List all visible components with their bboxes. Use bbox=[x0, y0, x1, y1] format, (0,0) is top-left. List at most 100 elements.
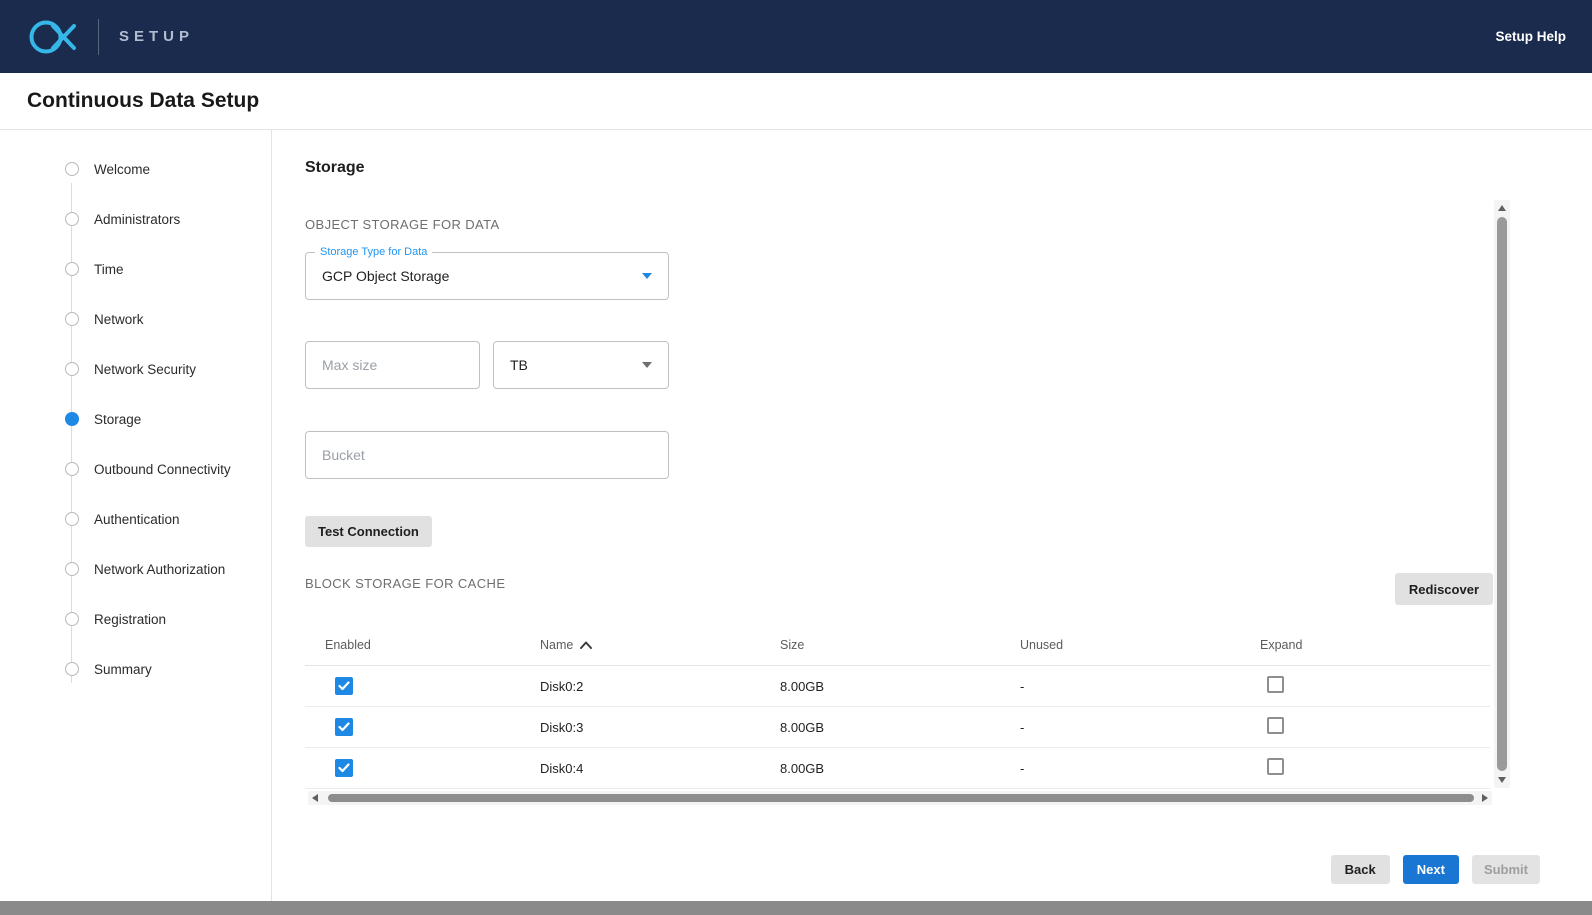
topbar: SETUP Setup Help bbox=[0, 0, 1592, 73]
disk-size: 8.00GB bbox=[780, 679, 1020, 694]
step-dot-icon bbox=[65, 512, 79, 526]
step-label: Summary bbox=[94, 662, 152, 677]
step-dot-icon bbox=[65, 212, 79, 226]
bucket-field bbox=[305, 431, 669, 479]
column-expand: Expand bbox=[1260, 638, 1490, 652]
step-label: Authentication bbox=[94, 512, 180, 527]
storage-type-value: GCP Object Storage bbox=[322, 268, 449, 284]
block-storage-section-title: BLOCK STORAGE FOR CACHE bbox=[305, 576, 505, 591]
step-label: Registration bbox=[94, 612, 166, 627]
step-label: Welcome bbox=[94, 162, 150, 177]
table-row: Disk0:2 8.00GB - bbox=[305, 666, 1490, 707]
disk-table-body: Disk0:2 8.00GB - Disk0:3 8.00GB - Disk bbox=[305, 666, 1490, 789]
delphix-logo-icon bbox=[26, 17, 80, 57]
step-authentication[interactable]: Authentication bbox=[0, 494, 271, 544]
back-button[interactable]: Back bbox=[1331, 855, 1390, 884]
step-dot-icon bbox=[65, 362, 79, 376]
step-summary[interactable]: Summary bbox=[0, 644, 271, 694]
scroll-up-arrow-icon[interactable] bbox=[1494, 200, 1510, 216]
disk-unused: - bbox=[1020, 679, 1260, 694]
scroll-down-arrow-icon[interactable] bbox=[1494, 772, 1510, 788]
step-dot-icon bbox=[65, 562, 79, 576]
bucket-input[interactable] bbox=[306, 432, 668, 478]
storage-type-select[interactable]: Storage Type for Data GCP Object Storage bbox=[305, 252, 669, 300]
step-welcome[interactable]: Welcome bbox=[0, 144, 271, 194]
step-time[interactable]: Time bbox=[0, 244, 271, 294]
rediscover-button[interactable]: Rediscover bbox=[1395, 573, 1493, 605]
step-registration[interactable]: Registration bbox=[0, 594, 271, 644]
disk-name: Disk0:2 bbox=[540, 679, 780, 694]
column-enabled: Enabled bbox=[305, 638, 540, 652]
step-label: Outbound Connectivity bbox=[94, 462, 231, 477]
disk-size: 8.00GB bbox=[780, 720, 1020, 735]
table-row: Disk0:3 8.00GB - bbox=[305, 707, 1490, 748]
vertical-scrollbar-thumb[interactable] bbox=[1497, 217, 1507, 771]
step-storage[interactable]: Storage bbox=[0, 394, 271, 444]
vertical-scrollbar[interactable] bbox=[1494, 200, 1510, 788]
enabled-checkbox[interactable] bbox=[335, 677, 353, 695]
stepper: Welcome Administrators Time Network Netw… bbox=[0, 144, 271, 694]
step-dot-icon bbox=[65, 612, 79, 626]
column-unused: Unused bbox=[1020, 638, 1260, 652]
disk-unused: - bbox=[1020, 720, 1260, 735]
scroll-right-arrow-icon[interactable] bbox=[1478, 791, 1492, 805]
disk-name: Disk0:3 bbox=[540, 720, 780, 735]
expand-checkbox[interactable] bbox=[1267, 676, 1284, 693]
main-content: Storage OBJECT STORAGE FOR DATA Storage … bbox=[273, 130, 1592, 901]
enabled-checkbox[interactable] bbox=[335, 759, 353, 777]
step-outbound-connectivity[interactable]: Outbound Connectivity bbox=[0, 444, 271, 494]
step-dot-icon bbox=[65, 662, 79, 676]
column-name[interactable]: Name bbox=[540, 638, 780, 652]
horizontal-scrollbar[interactable] bbox=[308, 791, 1492, 805]
disk-unused: - bbox=[1020, 761, 1260, 776]
storage-type-label: Storage Type for Data bbox=[315, 246, 432, 258]
sidebar: Welcome Administrators Time Network Netw… bbox=[0, 130, 272, 901]
step-label: Administrators bbox=[94, 212, 180, 227]
window-bottom-edge bbox=[0, 901, 1592, 915]
storage-heading: Storage bbox=[305, 159, 365, 177]
step-dot-icon bbox=[65, 262, 79, 276]
step-dot-icon bbox=[65, 462, 79, 476]
page-header: Continuous Data Setup bbox=[0, 73, 1592, 130]
enabled-checkbox[interactable] bbox=[335, 718, 353, 736]
max-size-field bbox=[305, 341, 480, 389]
unit-value: TB bbox=[510, 357, 528, 373]
table-row: Disk0:4 8.00GB - bbox=[305, 748, 1490, 789]
sort-ascending-icon[interactable] bbox=[580, 641, 592, 649]
disk-table-header: Enabled Name Size Unused Expand bbox=[305, 625, 1490, 666]
step-dot-icon bbox=[65, 412, 79, 426]
page-title: Continuous Data Setup bbox=[27, 89, 259, 113]
step-network[interactable]: Network bbox=[0, 294, 271, 344]
step-label: Network Authorization bbox=[94, 562, 225, 577]
brand-text: SETUP bbox=[119, 28, 194, 45]
column-size: Size bbox=[780, 638, 1020, 652]
step-label: Storage bbox=[94, 412, 141, 427]
setup-app: SETUP Setup Help Continuous Data Setup W… bbox=[0, 0, 1592, 915]
test-connection-button[interactable]: Test Connection bbox=[305, 516, 432, 547]
step-network-security[interactable]: Network Security bbox=[0, 344, 271, 394]
expand-checkbox[interactable] bbox=[1267, 758, 1284, 775]
chevron-down-icon bbox=[642, 362, 652, 368]
step-dot-icon bbox=[65, 162, 79, 176]
next-button[interactable]: Next bbox=[1403, 855, 1459, 884]
expand-checkbox[interactable] bbox=[1267, 717, 1284, 734]
disk-name: Disk0:4 bbox=[540, 761, 780, 776]
step-label: Network bbox=[94, 312, 144, 327]
setup-help-link[interactable]: Setup Help bbox=[1495, 29, 1566, 44]
chevron-down-icon bbox=[642, 273, 652, 279]
unit-select[interactable]: TB bbox=[493, 341, 669, 389]
step-network-authorization[interactable]: Network Authorization bbox=[0, 544, 271, 594]
brand-divider bbox=[98, 19, 99, 55]
max-size-input[interactable] bbox=[306, 342, 479, 388]
disk-table: Enabled Name Size Unused Expand Disk0:2 … bbox=[305, 625, 1490, 789]
scroll-left-arrow-icon[interactable] bbox=[308, 791, 322, 805]
disk-size: 8.00GB bbox=[780, 761, 1020, 776]
step-dot-icon bbox=[65, 312, 79, 326]
step-administrators[interactable]: Administrators bbox=[0, 194, 271, 244]
wizard-footer: Back Next Submit bbox=[1331, 855, 1540, 884]
submit-button[interactable]: Submit bbox=[1472, 855, 1540, 884]
object-storage-section-title: OBJECT STORAGE FOR DATA bbox=[305, 217, 500, 232]
horizontal-scrollbar-thumb[interactable] bbox=[328, 794, 1474, 802]
step-label: Network Security bbox=[94, 362, 196, 377]
step-label: Time bbox=[94, 262, 124, 277]
